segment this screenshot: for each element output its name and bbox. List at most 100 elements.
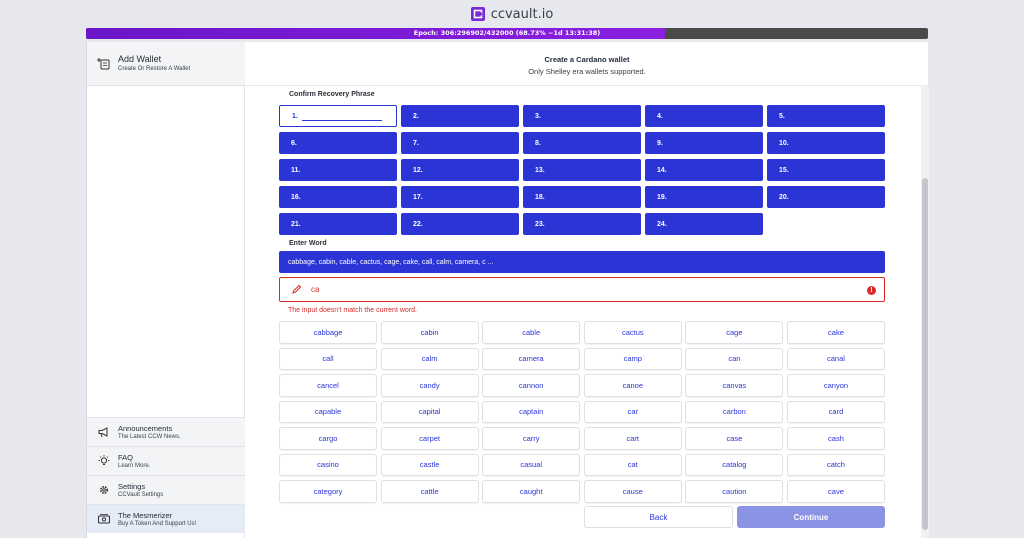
word-choice-button[interactable]: calm	[380, 347, 479, 370]
phrase-slot[interactable]: 22.	[401, 213, 519, 235]
money-icon	[97, 512, 111, 526]
word-choice-button[interactable]: cable	[482, 321, 581, 344]
pencil-icon	[289, 283, 303, 297]
ccvault-logo-icon[interactable]	[470, 7, 485, 21]
phrase-slot[interactable]: 11.	[279, 159, 397, 181]
phrase-slot[interactable]: 4.	[645, 105, 763, 127]
word-input-box[interactable]: !	[279, 277, 885, 302]
word-choice-button[interactable]: cash	[786, 427, 885, 450]
phrase-slot[interactable]: 8.	[523, 132, 641, 154]
phrase-slot-number: 8.	[535, 139, 541, 147]
content-scrollbar[interactable]	[921, 86, 929, 538]
phrase-slot[interactable]: 9.	[645, 132, 763, 154]
word-choice-button[interactable]: cave	[786, 480, 885, 503]
word-choice-button[interactable]: cause	[583, 480, 682, 503]
phrase-slot-number: 13.	[535, 166, 545, 174]
word-choice-button[interactable]: captain	[482, 400, 581, 423]
sidebar-item-mesmerizer[interactable]: The Mesmerizer Buy A Token And Support U…	[87, 504, 245, 533]
phrase-slot[interactable]: 13.	[523, 159, 641, 181]
phrase-slot[interactable]: 5.	[767, 105, 885, 127]
word-input[interactable]	[311, 285, 884, 294]
brand-name[interactable]: ccvault.io	[491, 7, 554, 22]
word-choice-button[interactable]: capable	[279, 400, 377, 423]
word-choice-button[interactable]: cabin	[380, 321, 479, 344]
phrase-slot[interactable]: 16.	[279, 186, 397, 208]
word-choice-button[interactable]: cannon	[482, 374, 581, 397]
word-choice-button[interactable]: case	[685, 427, 784, 450]
page-subtitle: Only Shelley era wallets supported.	[528, 67, 646, 76]
word-choice-button[interactable]: card	[786, 400, 885, 423]
phrase-slot[interactable]: 10.	[767, 132, 885, 154]
phrase-slot-number: 12.	[413, 166, 423, 174]
word-choice-button[interactable]: can	[685, 347, 784, 370]
phrase-slot-number: 2.	[413, 112, 419, 120]
word-choice-button[interactable]: canvas	[685, 374, 784, 397]
word-choice-button[interactable]: carry	[482, 427, 581, 450]
back-button[interactable]: Back	[584, 506, 733, 528]
phrase-slot-number: 20.	[779, 193, 789, 201]
word-choice-button[interactable]: catch	[786, 453, 885, 476]
word-choice-button[interactable]: camp	[583, 347, 682, 370]
phrase-slot[interactable]: 12.	[401, 159, 519, 181]
word-choice-button[interactable]: carbon	[685, 400, 784, 423]
recovery-phrase-label: Confirm Recovery Phrase	[289, 91, 375, 98]
word-choice-button[interactable]: cage	[685, 321, 784, 344]
phrase-slot[interactable]: 6.	[279, 132, 397, 154]
word-choice-button[interactable]: car	[583, 400, 682, 423]
phrase-slot[interactable]: 20.	[767, 186, 885, 208]
word-choice-button[interactable]: caution	[685, 480, 784, 503]
phrase-slot[interactable]: 21.	[279, 213, 397, 235]
phrase-slot[interactable]: 24.	[645, 213, 763, 235]
scrollbar-thumb[interactable]	[922, 178, 928, 530]
phrase-slot[interactable]: 15.	[767, 159, 885, 181]
word-choice-button[interactable]: castle	[380, 453, 479, 476]
phrase-slot[interactable]: 19.	[645, 186, 763, 208]
word-choice-button[interactable]: casual	[482, 453, 581, 476]
phrase-slot-number: 6.	[291, 139, 297, 147]
sidebar-item-add-wallet[interactable]: Add Wallet Create Or Restore A Wallet	[87, 42, 245, 86]
sidebar-item-announcements[interactable]: Announcements The Latest CCW News.	[87, 417, 245, 446]
word-choice-button[interactable]: cabbage	[279, 321, 377, 344]
phrase-slot[interactable]: 14.	[645, 159, 763, 181]
word-choice-button[interactable]: camera	[482, 347, 581, 370]
word-choice-button[interactable]: cart	[583, 427, 682, 450]
settings-title: Settings	[118, 481, 146, 491]
phrase-slot[interactable]: 23.	[523, 213, 641, 235]
word-choice-button[interactable]: cargo	[279, 427, 377, 450]
phrase-slot[interactable]: 18.	[523, 186, 641, 208]
phrase-slot-number: 7.	[413, 139, 419, 147]
word-choice-button[interactable]: capital	[380, 400, 479, 423]
epoch-progress-bar: Epoch: 306:296902/432000 (68.73% ~1d 13:…	[86, 28, 928, 39]
phrase-slot[interactable]: 3.	[523, 105, 641, 127]
continue-button[interactable]: Continue	[737, 506, 885, 528]
word-choice-button[interactable]: category	[279, 480, 377, 503]
faq-subtitle: Learn More.	[118, 462, 151, 469]
word-choice-grid: cabbage cabin cable cactus cage cake call calm c…	[279, 321, 885, 503]
word-choice-button[interactable]: candy	[380, 374, 479, 397]
word-choice-button[interactable]: call	[279, 347, 377, 370]
word-choice-button[interactable]: caught	[482, 480, 581, 503]
phrase-slot-number: 24.	[657, 220, 667, 228]
word-choice-button[interactable]: canyon	[786, 374, 885, 397]
phrase-slot-number: 10.	[779, 139, 789, 147]
phrase-slot[interactable]: 1.	[279, 105, 397, 127]
recovery-phrase-grid: 1. 2. 3. 4. 5. 6. 7. 8. 9. 10. 11. 12. 13. 14. 15. 16. 1…	[279, 105, 885, 235]
phrase-slot-number: 11.	[291, 166, 301, 174]
word-choice-button[interactable]: cattle	[380, 480, 479, 503]
word-choice-button[interactable]: cancel	[279, 374, 377, 397]
phrase-slot[interactable]: 7.	[401, 132, 519, 154]
word-choice-button[interactable]: canal	[786, 347, 885, 370]
word-choice-button[interactable]: casino	[279, 453, 377, 476]
sidebar-item-settings[interactable]: Settings CCVault Settings	[87, 475, 245, 504]
word-choice-button[interactable]: catalog	[685, 453, 784, 476]
word-choice-button[interactable]: cake	[786, 321, 885, 344]
sidebar-item-faq[interactable]: FAQ Learn More.	[87, 446, 245, 475]
phrase-slot[interactable]: 17.	[401, 186, 519, 208]
word-choice-button[interactable]: cat	[583, 453, 682, 476]
phrase-slot[interactable]: 2.	[401, 105, 519, 127]
word-choice-button[interactable]: cactus	[583, 321, 682, 344]
word-choice-button[interactable]: carpet	[380, 427, 479, 450]
phrase-slot-number: 4.	[657, 112, 663, 120]
word-choice-button[interactable]: canoe	[583, 374, 682, 397]
enter-word-label: Enter Word	[289, 240, 327, 247]
